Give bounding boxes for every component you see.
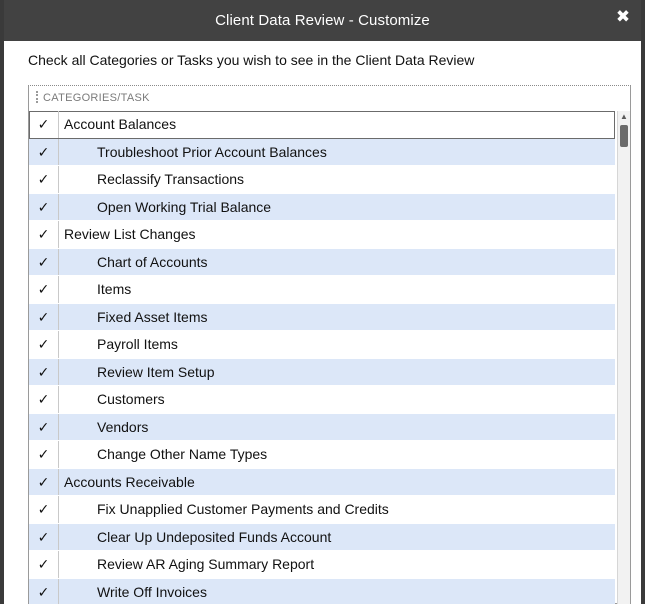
- checkmark-icon[interactable]: ✓: [29, 138, 59, 165]
- task-label: Fixed Asset Items: [97, 308, 208, 325]
- checkmark-icon[interactable]: ✓: [29, 166, 59, 193]
- task-label: Troubleshoot Prior Account Balances: [97, 143, 327, 160]
- task-row[interactable]: ✓ Clear Up Undeposited Funds Account: [29, 523, 615, 551]
- category-row[interactable]: ✓ Review List Changes: [29, 221, 615, 249]
- instruction-text: Check all Categories or Tasks you wish t…: [28, 52, 475, 68]
- task-row[interactable]: ✓ Change Other Name Types: [29, 441, 615, 469]
- task-row[interactable]: ✓ Fix Unapplied Customer Payments and Cre…: [29, 496, 615, 524]
- task-label: Items: [97, 281, 132, 297]
- checkmark-icon[interactable]: ✓: [29, 193, 59, 220]
- column-header-categories-task[interactable]: CATEGORIES/TASK: [43, 92, 150, 104]
- task-label: Change Other Name Types: [97, 446, 268, 462]
- checkmark-icon[interactable]: ✓: [29, 276, 59, 303]
- task-label: Reclassify Transactions: [97, 171, 245, 187]
- task-row[interactable]: ✓ Write Off Invoices: [29, 578, 615, 604]
- checkmark-icon[interactable]: ✓: [29, 358, 59, 385]
- task-label: Open Working Trial Balance: [97, 198, 272, 215]
- checkmark-icon[interactable]: ✓: [29, 331, 59, 358]
- title-bar[interactable]: Client Data Review - Customize ✖: [4, 0, 641, 41]
- task-row[interactable]: ✓ Vendors: [29, 413, 615, 441]
- category-row[interactable]: ✓ Account Balances: [29, 111, 615, 139]
- category-label: Accounts Receivable: [64, 473, 195, 490]
- checkmark-icon[interactable]: ✓: [29, 248, 59, 275]
- checkmark-icon[interactable]: ✓: [29, 111, 59, 138]
- task-label: Review Item Setup: [97, 363, 215, 380]
- task-row[interactable]: ✓ Customers: [29, 386, 615, 414]
- scroll-up-arrow-icon[interactable]: ▲: [618, 111, 630, 123]
- close-icon[interactable]: ✖: [613, 7, 633, 27]
- task-row[interactable]: ✓ Reclassify Transactions: [29, 166, 615, 194]
- customize-dialog: Client Data Review - Customize ✖ Check a…: [0, 0, 645, 604]
- task-row[interactable]: ✓ Payroll Items: [29, 331, 615, 359]
- category-row[interactable]: ✓ Accounts Receivable: [29, 468, 615, 496]
- task-row[interactable]: ✓ Chart of Accounts: [29, 248, 615, 276]
- category-label: Account Balances: [64, 116, 177, 132]
- category-label: Review List Changes: [64, 226, 196, 242]
- task-label: Chart of Accounts: [97, 253, 208, 270]
- checkmark-icon[interactable]: ✓: [29, 551, 59, 578]
- checkmark-icon[interactable]: ✓: [29, 413, 59, 440]
- checkmark-icon[interactable]: ✓: [29, 441, 59, 468]
- task-row[interactable]: ✓ Items: [29, 276, 615, 304]
- task-label: Payroll Items: [97, 336, 178, 352]
- task-label: Write Off Invoices: [97, 583, 207, 600]
- vertical-scrollbar[interactable]: ▲: [617, 111, 630, 604]
- checkmark-icon[interactable]: ✓: [29, 578, 59, 604]
- scroll-thumb[interactable]: [620, 125, 628, 147]
- task-label: Clear Up Undeposited Funds Account: [97, 528, 332, 545]
- checkmark-icon[interactable]: ✓: [29, 221, 59, 248]
- task-label: Vendors: [97, 418, 149, 435]
- checkmark-icon[interactable]: ✓: [29, 523, 59, 550]
- checkmark-icon[interactable]: ✓: [29, 303, 59, 330]
- checkmark-icon[interactable]: ✓: [29, 468, 59, 495]
- task-row[interactable]: ✓ Review Item Setup: [29, 358, 615, 386]
- grid-header: CATEGORIES/TASK: [29, 86, 630, 110]
- task-row[interactable]: ✓ Review AR Aging Summary Report: [29, 551, 615, 579]
- checkmark-icon[interactable]: ✓: [29, 386, 59, 413]
- task-label: Fix Unapplied Customer Payments and Cred…: [97, 501, 389, 517]
- categories-task-grid: CATEGORIES/TASK ✓ Account Balances ✓ Troubl…: [28, 85, 631, 604]
- checkmark-icon[interactable]: ✓: [29, 496, 59, 523]
- task-row[interactable]: ✓ Open Working Trial Balance: [29, 193, 615, 221]
- task-row[interactable]: ✓ Troubleshoot Prior Account Balances: [29, 138, 615, 166]
- task-label: Customers: [97, 391, 165, 407]
- task-list: ✓ Account Balances ✓ Troubleshoot Prior Acc…: [29, 111, 615, 604]
- task-label: Review AR Aging Summary Report: [97, 556, 315, 572]
- column-grip-icon[interactable]: [36, 91, 40, 103]
- task-row[interactable]: ✓ Fixed Asset Items: [29, 303, 615, 331]
- window-title: Client Data Review - Customize: [215, 12, 430, 29]
